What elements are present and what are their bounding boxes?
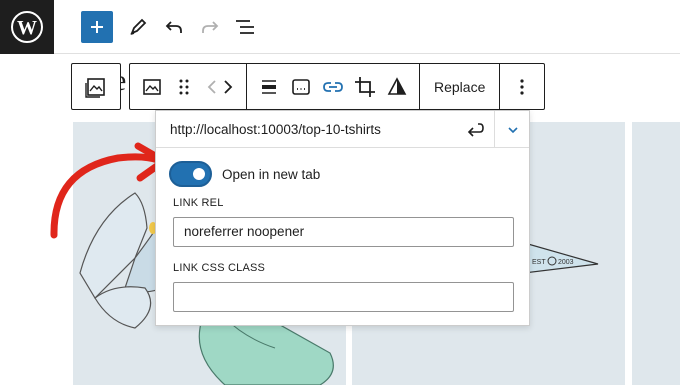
open-new-tab-row: Open in new tab bbox=[169, 161, 320, 187]
more-options-button[interactable] bbox=[506, 69, 538, 105]
block-toolbar-group-more bbox=[500, 64, 544, 109]
svg-text:EST: EST bbox=[532, 259, 546, 266]
gallery-icon bbox=[85, 77, 105, 98]
link-css-class-label: LINK CSS CLASS bbox=[173, 262, 266, 274]
move-block-buttons[interactable] bbox=[200, 69, 240, 105]
redo-button[interactable] bbox=[194, 11, 226, 43]
block-toolbar-group-tools bbox=[247, 64, 420, 109]
block-toolbar-main: Replace bbox=[129, 63, 546, 110]
open-new-tab-label: Open in new tab bbox=[222, 166, 321, 182]
toggle-knob bbox=[193, 168, 205, 180]
url-row-divider bbox=[494, 111, 495, 148]
crop-icon bbox=[355, 76, 375, 97]
chevron-down-icon bbox=[508, 127, 518, 134]
link-rel-label: LINK REL bbox=[173, 197, 224, 209]
link-url-row: http://localhost:10003/top-10-tshirts bbox=[156, 111, 529, 148]
block-toolbar: Replace bbox=[71, 63, 546, 110]
svg-text:W: W bbox=[17, 17, 37, 39]
open-new-tab-toggle[interactable] bbox=[169, 161, 212, 187]
svg-text:2003: 2003 bbox=[558, 259, 574, 266]
drag-handle-button[interactable] bbox=[168, 69, 200, 105]
block-toolbar-group-block bbox=[130, 64, 247, 109]
link-settings-toggle-button[interactable] bbox=[498, 116, 528, 144]
list-view-icon bbox=[236, 20, 254, 34]
link-button[interactable] bbox=[317, 69, 349, 105]
link-submit-button[interactable] bbox=[461, 116, 491, 144]
replace-button[interactable]: Replace bbox=[426, 69, 493, 105]
editor-top-toolbar: W bbox=[0, 0, 680, 54]
drag-handle-icon bbox=[179, 79, 189, 94]
block-type-button[interactable] bbox=[136, 69, 168, 105]
link-css-class-input[interactable] bbox=[173, 282, 514, 312]
align-button[interactable] bbox=[253, 69, 285, 105]
enter-icon bbox=[467, 123, 484, 137]
select-parent-block-button[interactable] bbox=[71, 63, 121, 110]
image-icon bbox=[143, 78, 161, 95]
filter-icon bbox=[387, 76, 407, 95]
duotone-filter-button[interactable] bbox=[381, 69, 413, 105]
gallery-image-partial[interactable] bbox=[632, 122, 680, 385]
tools-button[interactable] bbox=[122, 11, 154, 43]
block-inserter-button[interactable] bbox=[81, 11, 113, 43]
wordpress-icon[interactable]: W bbox=[0, 0, 54, 54]
move-arrows-icon bbox=[207, 79, 233, 94]
link-rel-input[interactable]: noreferrer noopener bbox=[173, 217, 514, 247]
redo-icon bbox=[202, 21, 219, 33]
link-settings-popover: http://localhost:10003/top-10-tshirts Op… bbox=[155, 110, 530, 326]
block-toolbar-group-replace: Replace bbox=[420, 64, 501, 109]
caption-icon bbox=[292, 78, 310, 95]
undo-button[interactable] bbox=[158, 11, 190, 43]
undo-icon bbox=[165, 21, 182, 33]
link-url-text[interactable]: http://localhost:10003/top-10-tshirts bbox=[170, 122, 381, 137]
link-icon bbox=[323, 81, 343, 92]
crop-button[interactable] bbox=[349, 69, 381, 105]
pencil-icon bbox=[130, 18, 147, 35]
plus-icon bbox=[91, 21, 103, 33]
more-options-icon bbox=[520, 78, 524, 95]
align-icon bbox=[262, 79, 276, 94]
caption-button[interactable] bbox=[285, 69, 317, 105]
list-view-button[interactable] bbox=[229, 11, 261, 43]
